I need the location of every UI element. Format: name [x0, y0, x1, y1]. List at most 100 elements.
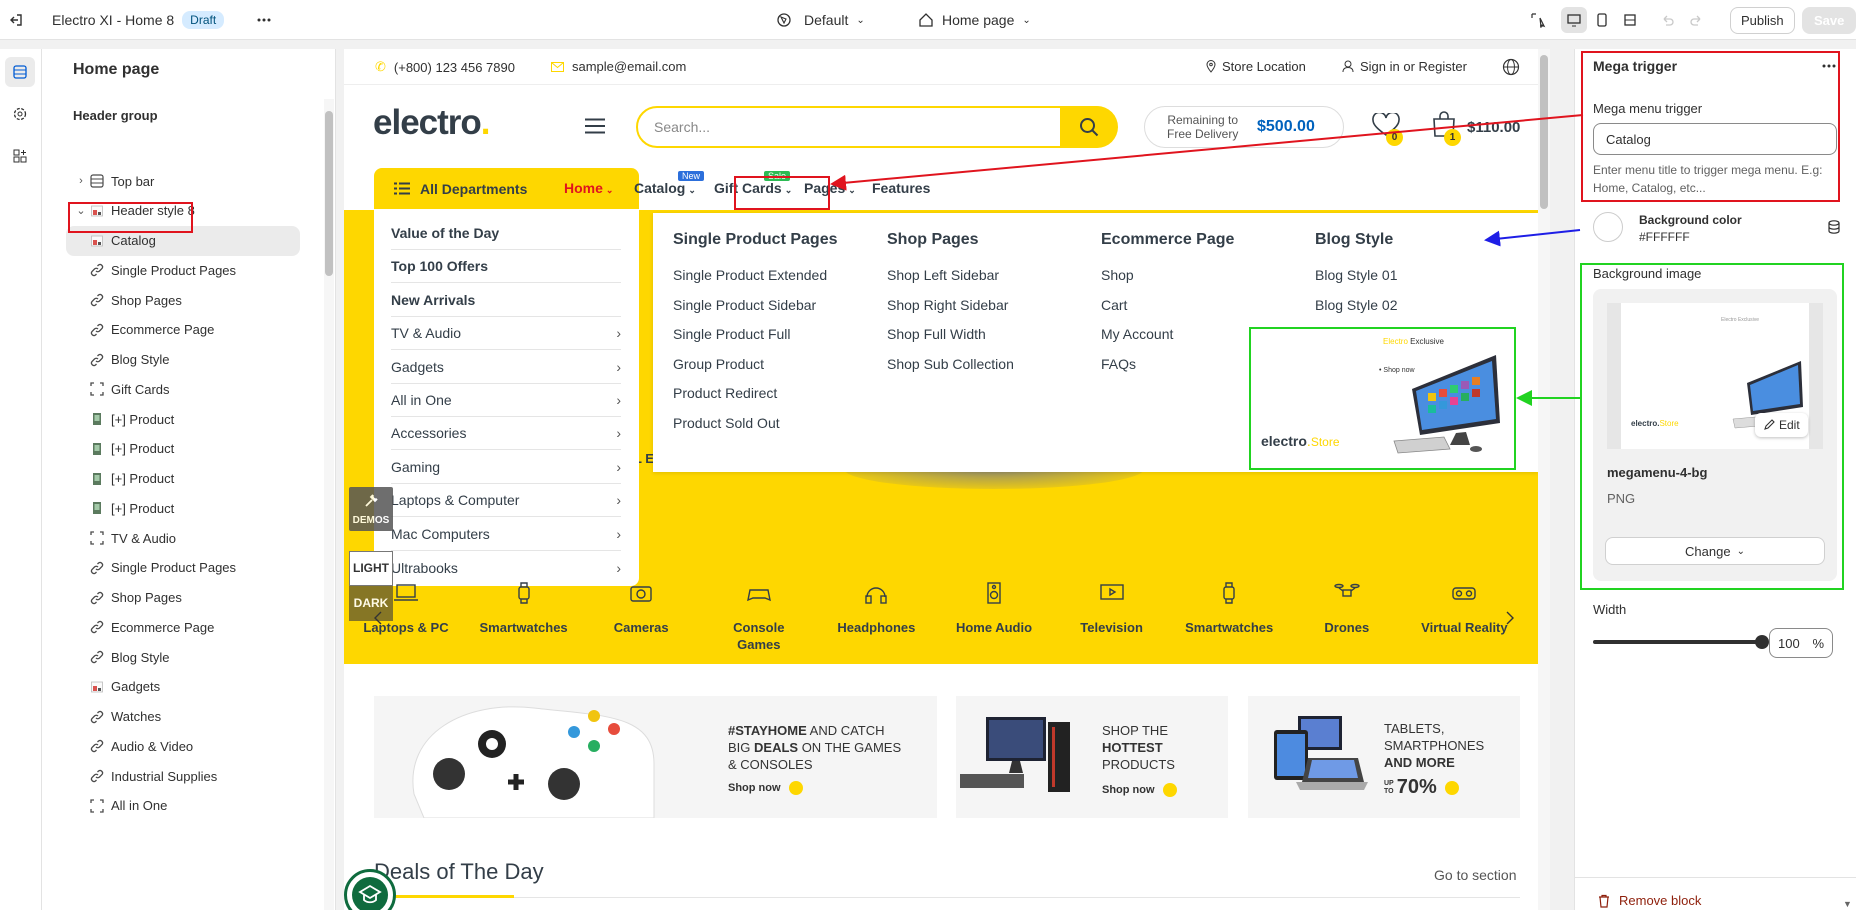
preview-scrollbar[interactable]	[1538, 49, 1550, 910]
light-mode-button[interactable]: LIGHT	[349, 551, 393, 586]
category-label[interactable]: Console Games	[704, 619, 814, 653]
exit-icon[interactable]	[8, 0, 24, 40]
sidebar-item[interactable]: Industrial Supplies	[89, 761, 335, 791]
category-label[interactable]: Smartwatches	[1174, 619, 1284, 636]
mega-menu-link[interactable]: Cart	[1101, 297, 1127, 313]
mobile-view-icon[interactable]	[1589, 7, 1615, 33]
sidebar-item[interactable]: Blog Style	[89, 642, 335, 672]
department-item[interactable]: All in One ›	[391, 384, 621, 417]
search-button[interactable]	[1060, 106, 1118, 148]
department-item[interactable]: Gadgets ›	[391, 351, 621, 384]
mega-menu-link[interactable]: Product Sold Out	[673, 415, 780, 431]
mega-menu-link[interactable]: Shop Left Sidebar	[887, 267, 999, 283]
settings-icon[interactable]	[5, 99, 35, 129]
inspector-icon[interactable]	[1530, 0, 1546, 40]
sidebar-item[interactable]: Audio & Video	[89, 731, 335, 761]
sidebar-item[interactable]: Blog Style	[89, 345, 335, 375]
category-label[interactable]: Smartwatches	[469, 619, 579, 636]
sidebar-item[interactable]: [+] Product	[89, 493, 335, 523]
banner-shop-now-link[interactable]: Shop now	[1102, 783, 1177, 797]
department-item[interactable]: Ultrabooks ›	[391, 551, 621, 584]
panel-scroll-down-icon[interactable]: ▼	[1843, 899, 1852, 909]
department-item[interactable]: New Arrivals	[391, 284, 621, 317]
remove-block-button[interactable]: Remove block	[1597, 893, 1701, 908]
department-item[interactable]: Gaming ›	[391, 451, 621, 484]
category-label[interactable]: Home Audio	[939, 619, 1049, 636]
background-color-swatch[interactable]	[1593, 212, 1623, 242]
demos-button[interactable]: DEMOS	[349, 487, 393, 531]
mega-menu-link[interactable]: Shop Right Sidebar	[887, 297, 1008, 313]
more-actions-button[interactable]	[256, 0, 272, 40]
sidebar-item[interactable]: TV & Audio	[89, 523, 335, 553]
sidebar-item[interactable]: Ecommerce Page	[89, 315, 335, 345]
department-item[interactable]: Top 100 Offers	[391, 250, 621, 284]
category-label[interactable]: Drones	[1292, 619, 1402, 636]
email-link[interactable]: sample@email.com	[551, 59, 686, 74]
mega-menu-link[interactable]: My Account	[1101, 326, 1173, 342]
category-prev-arrow[interactable]	[374, 611, 382, 625]
department-item[interactable]: Value of the Day	[391, 217, 621, 250]
banner-stayhome[interactable]: #STAYHOME AND CATCH BIG DEALS ON THE GAM…	[374, 696, 937, 818]
mega-menu-link[interactable]: Group Product	[673, 356, 764, 372]
nav-item[interactable]: Catalog ⌄	[634, 180, 696, 196]
sidebar-item[interactable]: [+] Product	[89, 434, 335, 464]
mega-menu-link[interactable]: FAQs	[1101, 356, 1136, 372]
width-slider-thumb[interactable]	[1755, 635, 1769, 649]
redo-icon[interactable]	[1690, 0, 1704, 40]
store-search-bar[interactable]: Search...	[636, 106, 1118, 148]
mega-menu-link[interactable]: Single Product Full	[673, 326, 791, 342]
sidebar-item[interactable]: Single Product Pages	[89, 255, 335, 285]
sidebar-item[interactable]: Watches	[89, 702, 335, 732]
sidebar-item[interactable]: Gadgets	[89, 672, 335, 702]
hamburger-menu-icon[interactable]	[585, 118, 605, 134]
mega-menu-link[interactable]: Product Redirect	[673, 385, 777, 401]
mega-menu-link[interactable]: Single Product Sidebar	[673, 297, 816, 313]
width-slider-track[interactable]	[1593, 640, 1763, 644]
sidebar-item[interactable]: Gift Cards	[89, 374, 335, 404]
cart-bag-icon[interactable]: 1	[1432, 111, 1461, 146]
nav-item[interactable]: Features	[872, 180, 930, 196]
category-label[interactable]: Laptops & PC	[351, 619, 461, 636]
store-location-link[interactable]: Store Location	[1206, 59, 1306, 74]
sign-in-link[interactable]: Sign in or Register	[1342, 59, 1467, 74]
publish-button[interactable]: Publish	[1730, 6, 1795, 34]
go-to-section-link[interactable]: Go to section	[1434, 867, 1517, 883]
mega-menu-link[interactable]: Shop Sub Collection	[887, 356, 1014, 372]
category-next-arrow[interactable]	[1506, 611, 1514, 625]
undo-icon[interactable]	[1660, 0, 1674, 40]
store-logo[interactable]: electro.	[373, 103, 490, 143]
sidebar-item[interactable]: › Top bar	[73, 166, 335, 196]
mega-menu-link[interactable]: Blog Style 01	[1315, 267, 1398, 283]
department-item[interactable]: Laptops & Computer ›	[391, 484, 621, 518]
category-label[interactable]: Virtual Reality	[1409, 619, 1519, 636]
department-item[interactable]: Mac Computers ›	[391, 518, 621, 551]
save-button[interactable]: Save	[1802, 6, 1856, 34]
mega-menu-link[interactable]: Shop	[1101, 267, 1134, 283]
chevron-right-icon[interactable]: ›	[73, 175, 89, 187]
wishlist-heart-icon[interactable]: 0	[1372, 113, 1403, 146]
department-item[interactable]: Accessories ›	[391, 417, 621, 451]
theme-selector[interactable]: Default ⌄	[776, 0, 865, 40]
sidebar-item[interactable]: Shop Pages	[89, 285, 335, 315]
sidebar-scrollbar[interactable]	[324, 99, 334, 910]
mega-menu-link[interactable]: Single Product Extended	[673, 267, 827, 283]
category-label[interactable]: Cameras	[586, 619, 696, 636]
sections-icon[interactable]	[5, 57, 35, 87]
apps-icon[interactable]	[5, 141, 35, 171]
department-item[interactable]: TV & Audio ›	[391, 317, 621, 351]
sidebar-item[interactable]: Shop Pages	[89, 583, 335, 613]
category-label[interactable]: Headphones	[821, 619, 931, 636]
database-icon[interactable]	[1828, 220, 1840, 234]
banner-hottest[interactable]: SHOP THE HOTTEST PRODUCTS Shop now	[956, 696, 1228, 818]
sidebar-item[interactable]: Single Product Pages	[89, 553, 335, 583]
page-selector[interactable]: Home page ⌄	[918, 0, 1031, 40]
sidebar-item[interactable]: Ecommerce Page	[89, 612, 335, 642]
desktop-view-icon[interactable]	[1561, 7, 1587, 33]
dark-mode-button[interactable]: DARK	[349, 586, 393, 621]
banner-shop-now-link[interactable]: Shop now	[728, 781, 803, 795]
language-globe-icon[interactable]	[1502, 58, 1520, 76]
sidebar-item[interactable]: All in One	[89, 791, 335, 821]
mega-menu-link[interactable]: Shop Full Width	[887, 326, 986, 342]
sidebar-item[interactable]: [+] Product	[89, 404, 335, 434]
width-input[interactable]: 100%	[1769, 628, 1833, 658]
